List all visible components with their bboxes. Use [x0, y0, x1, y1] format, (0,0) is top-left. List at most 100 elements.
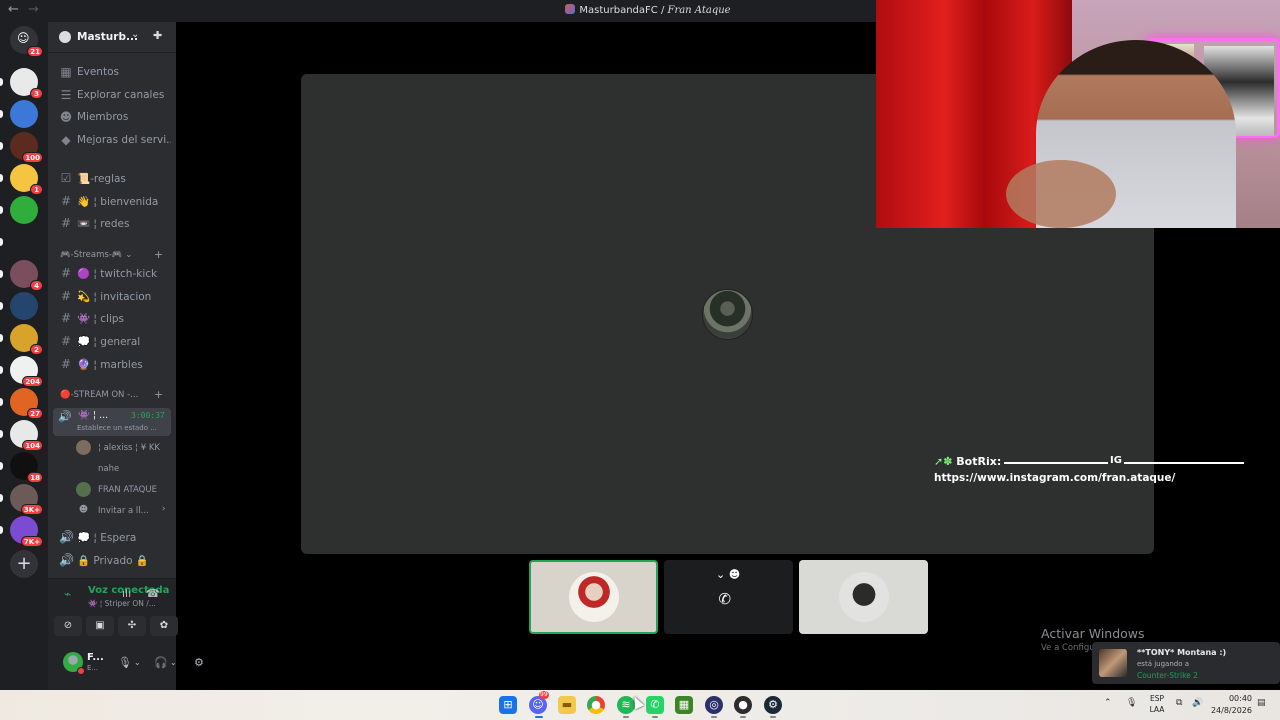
notification-icon[interactable]: ▤ [1257, 698, 1266, 708]
server-icon-3[interactable]: 100 [10, 132, 43, 163]
menu-item-1[interactable]: ▦ Eventos [53, 63, 171, 83]
channel-title: Fran Ataque [667, 5, 731, 16]
server-icon-7[interactable]: 4 [10, 260, 43, 291]
server-icon-12[interactable]: 104 [10, 420, 43, 451]
participant-tile-1[interactable] [529, 560, 658, 634]
stream-channel-1[interactable]: # 🟣 ¦ twitch-kick [53, 264, 171, 284]
server-icon-4[interactable]: 1 [10, 164, 43, 195]
obs-icon[interactable]: ◎ [705, 696, 723, 714]
settings-gear-icon[interactable]: ⚙ [194, 656, 204, 669]
network-icon[interactable]: ⧉ [1176, 698, 1182, 708]
direct-messages-button[interactable]: ☺ 21 [10, 26, 43, 57]
participant-tile-3[interactable] [799, 560, 928, 634]
unread-badge: 4 [30, 280, 43, 291]
avatar [76, 440, 91, 455]
stream-channel-2[interactable]: # 💫 ¦ invitacion [53, 287, 171, 307]
unread-pip [0, 366, 3, 374]
whatsapp-icon[interactable]: ✆ [646, 696, 664, 714]
language-indicator[interactable]: ESP LAA [1148, 693, 1166, 715]
server-icon-10[interactable]: 204 [10, 356, 43, 387]
unread-badge: 204 [22, 376, 43, 387]
mic-chevron-icon[interactable]: ⌄ [134, 658, 141, 667]
channel-label: Miembros [77, 111, 129, 124]
unread-badge: 100 [22, 152, 43, 163]
menu-item-2[interactable]: ☰ Explorar canales [53, 86, 171, 106]
category-streams[interactable]: 🎮-Streams-🎮 ⌄ + [60, 248, 163, 261]
disconnect-icon[interactable]: ☎ [146, 587, 160, 600]
voice-channel-2[interactable]: 🔊 🔒 Privado 🔒 [53, 551, 171, 571]
invite-people-icon[interactable]: ✚ [153, 29, 162, 42]
collapse-chevron-icon[interactable]: ⌄ ☻ [716, 568, 740, 581]
stream-channel-5[interactable]: # 🔮 ¦ marbles [53, 355, 171, 375]
hash-icon: # [60, 266, 72, 280]
tray-chevron-icon[interactable]: ⌃ [1104, 698, 1112, 708]
unread-pip [0, 494, 3, 502]
channel-item-3[interactable]: # 📼 ¦ redes [53, 214, 171, 234]
chrome-icon[interactable]: ● [587, 696, 605, 714]
headphones-chevron-icon[interactable]: ⌄ [170, 658, 177, 667]
tray-mic-icon[interactable]: 🎙 [1126, 698, 1137, 708]
avatar [838, 572, 889, 622]
unread-pip [0, 526, 3, 534]
microphone-icon[interactable]: 🎙 [118, 656, 132, 669]
volume-icon[interactable]: 🔊 [1192, 698, 1203, 708]
minecraft-icon[interactable]: ▦ [675, 696, 693, 714]
clock[interactable]: 00:40 24/8/2026 [1210, 693, 1252, 717]
focused-participant-avatar [702, 289, 753, 340]
channel-label: 🔮 ¦ marbles [77, 358, 143, 371]
windows-start-icon[interactable]: ⊞ [499, 696, 517, 714]
steam-icon[interactable]: ⚙ [764, 696, 782, 714]
voice-user[interactable]: nahe [76, 459, 172, 479]
voice-channel-name[interactable]: 👾 ¦ Striper ON /... [88, 599, 156, 608]
server-icon-14[interactable]: 3K+ [10, 484, 43, 515]
server-icon-5[interactable] [10, 196, 38, 224]
channel-label: 💭 ¦ Espera [77, 532, 137, 544]
add-channel-icon[interactable]: + [154, 388, 163, 401]
dm-badge: 21 [27, 46, 43, 57]
channel-sidebar: Masturb... ⌄ ✚ ▦ Eventos ☰ Explorar canales… [48, 22, 176, 578]
app-icon[interactable]: ● [734, 696, 752, 714]
chevron-down-icon[interactable]: ⌄ [131, 29, 139, 40]
channel-label: 🔒 Privado 🔒 [77, 554, 149, 567]
soundboard-button[interactable]: ✿ [150, 616, 178, 636]
username[interactable]: F... [87, 652, 104, 663]
invite-to-voice[interactable]: ☻ Invitar a ll... › [76, 501, 172, 521]
channel-item-2[interactable]: # 👋 ¦ bienvenida [53, 192, 171, 212]
activities-button[interactable]: ✣ [118, 616, 146, 636]
server-icon-11[interactable]: 27 [10, 388, 43, 419]
server-icon-1[interactable]: 3 [10, 68, 43, 99]
server-icon-13[interactable]: 18 [10, 452, 43, 483]
camera-button[interactable]: ⊘ [54, 616, 82, 636]
running-indicator [652, 716, 658, 718]
screen-share-button[interactable]: ▣ [86, 616, 114, 636]
unread-badge: 7K+ [20, 536, 43, 547]
channel-label: 💭 ¦ general [77, 336, 141, 349]
category-stream-on[interactable]: 🔴-STREAM ON -... + [60, 388, 163, 401]
server-icon-15[interactable]: 7K+ [10, 516, 43, 547]
server-icon-9[interactable]: 2 [10, 324, 43, 355]
menu-item-4[interactable]: ◆ Mejoras del servi... [53, 131, 171, 151]
server-icon-8[interactable] [10, 292, 38, 320]
file-explorer-icon[interactable]: ▬ [558, 696, 576, 714]
voice-user[interactable]: ¦ alexiss ¦ ¥ KK [76, 438, 172, 458]
voice-user[interactable]: FRAN ATAQUE [76, 480, 172, 500]
active-voice-channel[interactable]: 🔊 👾 ¦ ... 3:00:37 Establece un estado ... [53, 408, 171, 436]
headphones-icon[interactable]: 🎧 [154, 656, 168, 669]
noise-suppression-icon[interactable]: ılı [122, 587, 131, 600]
server-header[interactable]: Masturb... ⌄ ✚ [48, 22, 176, 53]
participant-tile-2[interactable]: ⌄ ☻ ✆ [664, 560, 793, 634]
hash-icon: # [60, 334, 72, 349]
voice-channel-1[interactable]: 🔊 💭 ¦ Espera [53, 528, 171, 548]
menu-item-3[interactable]: ☻ Miembros [53, 108, 171, 128]
channel-item-1[interactable]: ☑ 📜-reglas [53, 169, 171, 189]
stream-channel-4[interactable]: # 💭 ¦ general [53, 332, 171, 352]
discord-taskbar-icon[interactable]: ☺ 99 [529, 691, 549, 714]
set-status-prompt[interactable]: Establece un estado ... [77, 424, 157, 432]
activity-toast[interactable]: **TONY* Montana :) está jugando a Counte… [1092, 642, 1280, 684]
server-icon-2[interactable] [10, 100, 38, 128]
stream-channel-3[interactable]: # 👾 ¦ clips [53, 309, 171, 329]
server-icon-6[interactable] [10, 228, 38, 256]
unread-badge: 1 [30, 184, 43, 195]
add-channel-icon[interactable]: + [154, 248, 163, 261]
add-server-button[interactable]: + [10, 550, 38, 578]
